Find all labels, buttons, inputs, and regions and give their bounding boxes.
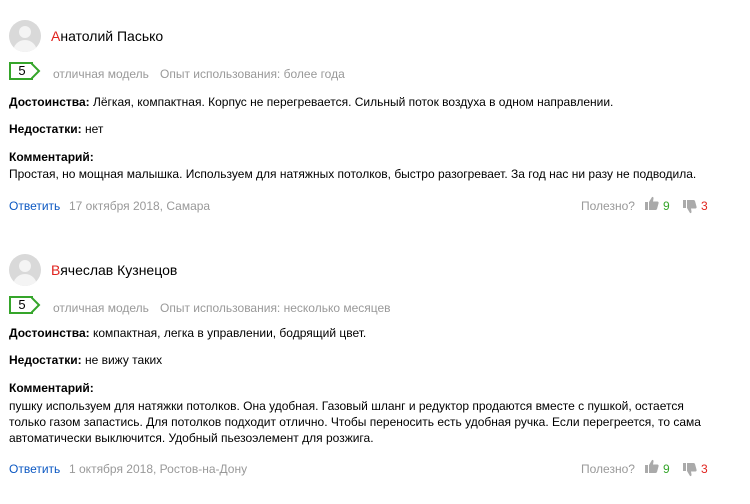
review-card: Вячеслав Кузнецов 5 отличная модель Опыт… [0,234,750,484]
likes-count: 9 [663,462,670,476]
author-name-rest: натолий Пасько [60,28,164,44]
review-date-place: 1 октября 2018, Ростов-на-Дону [69,462,248,476]
comment-text: Простая, но мощная малышка. Используем д… [9,167,697,181]
avatar[interactable] [9,254,41,286]
grade-label: отличная модель [53,67,149,81]
author-name[interactable]: Анатолий Пасько [51,28,163,44]
usage-experience: Опыт использования: более года [160,67,345,81]
author-initial: В [51,262,61,278]
comment-label-line: Комментарий: [9,149,94,165]
likes-count: 9 [663,199,670,213]
author-initial: А [51,28,61,44]
review-date-place: 17 октября 2018, Самара [69,199,211,213]
author-name[interactable]: Вячеслав Кузнецов [51,262,177,278]
thumbs-down-icon[interactable] [683,200,697,214]
pros-line: Достоинства: компактная, легка в управле… [9,325,366,341]
pros-line: Достоинства: Лёгкая, компактная. Корпус … [9,94,613,110]
cons-text: не вижу таких [84,353,163,367]
usage-experience: Опыт использования: несколько месяцев [160,301,391,315]
thumbs-down-icon[interactable] [683,463,697,477]
reply-link[interactable]: Ответить [9,199,60,213]
pros-label: Достоинства: [9,95,90,109]
comment-label: Комментарий: [9,381,94,395]
helpful-label: Полезно? [581,462,635,476]
cons-text: нет [84,122,104,136]
comment-label-line: Комментарий: [9,380,94,396]
cons-label: Недостатки: [9,353,82,367]
pros-text: Лёгкая, компактная. Корпус не перегревае… [93,95,614,109]
avatar[interactable] [9,20,41,52]
dislikes-count: 3 [701,462,708,476]
reply-link[interactable]: Ответить [9,462,60,476]
cons-label: Недостатки: [9,122,82,136]
dislikes-count: 3 [701,199,708,213]
comment-label: Комментарий: [9,150,94,164]
author-name-rest: ячеслав Кузнецов [60,262,178,278]
thumbs-up-icon[interactable] [645,196,659,210]
rating-badge: 5 [9,296,33,314]
pros-label: Достоинства: [9,326,90,340]
thumbs-up-icon[interactable] [645,459,659,473]
helpful-label: Полезно? [581,199,635,213]
review-card: Анатолий Пасько 5 отличная модель Опыт и… [0,0,750,250]
cons-line: Недостатки: не вижу таких [9,352,162,368]
comment-text: пушку используем для натяжки потолков. О… [9,399,701,445]
cons-line: Недостатки: нет [9,121,103,137]
rating-badge: 5 [9,62,33,80]
grade-label: отличная модель [53,301,149,315]
pros-text: компактная, легка в управлении, бодрящий… [93,326,367,340]
